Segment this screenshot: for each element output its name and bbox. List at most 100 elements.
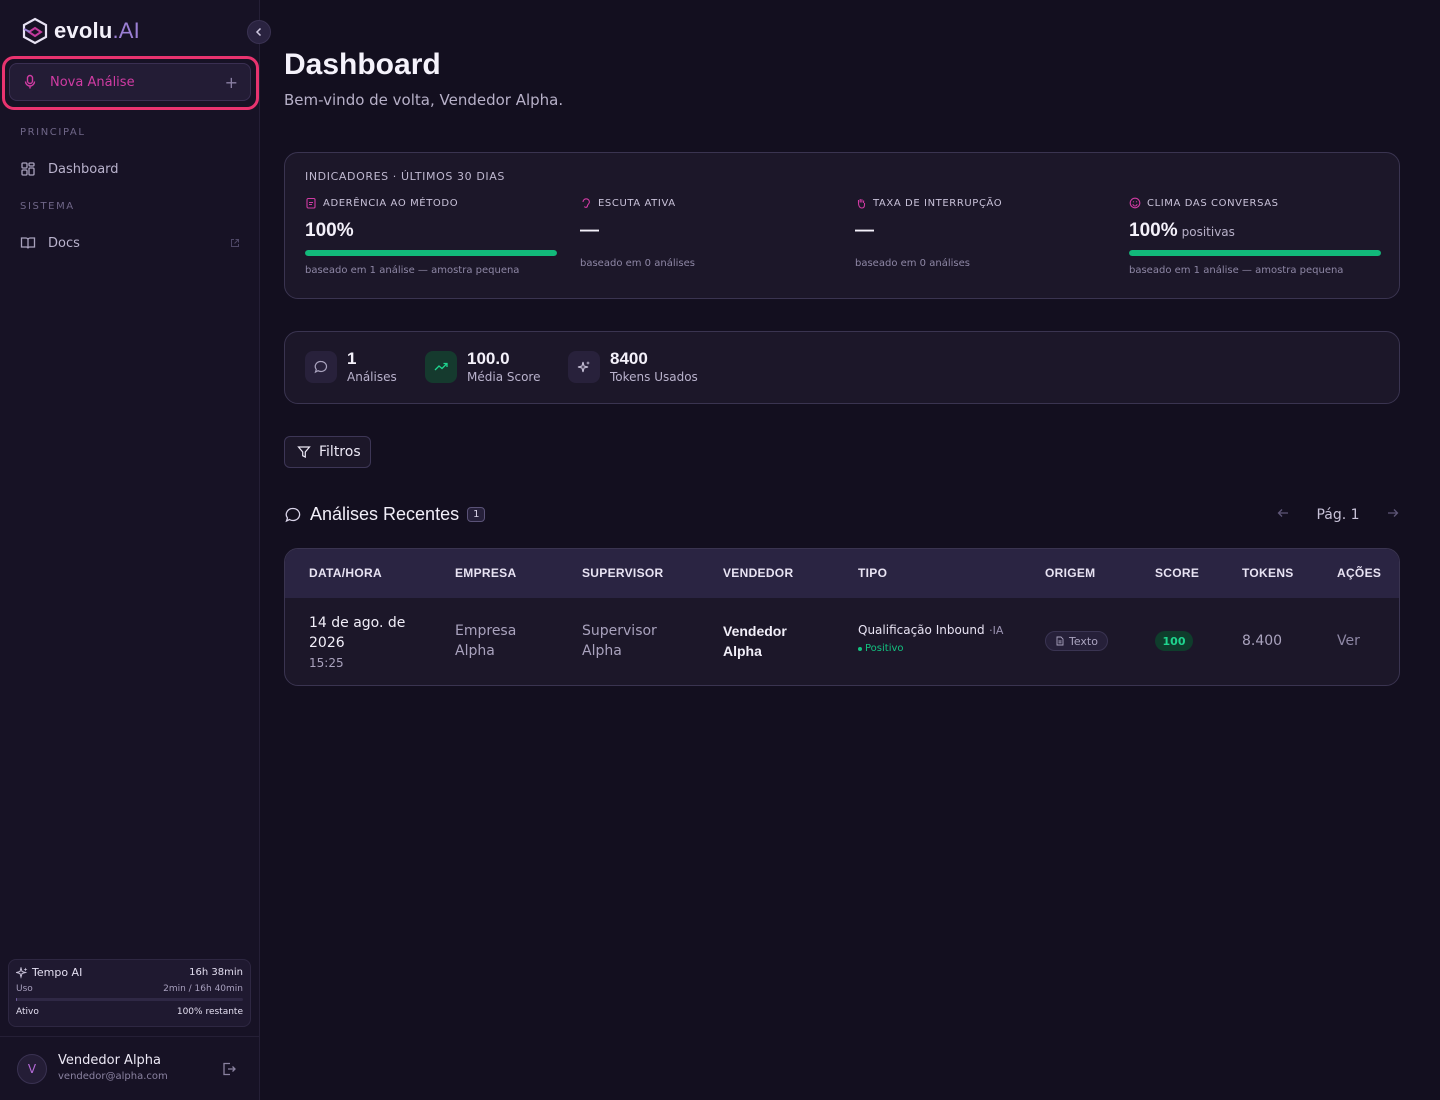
- ai-time-title: Tempo AI: [16, 966, 82, 979]
- indicator-value: —: [855, 220, 874, 241]
- stat-value: 100.0: [467, 349, 510, 368]
- sparkles-icon: [577, 361, 590, 373]
- hand-icon: [857, 199, 866, 209]
- indicators-heading: INDICADORES · ÚLTIMOS 30 DIAS: [305, 170, 505, 183]
- usage-progress-bar: [16, 998, 243, 1001]
- user-profile: V Vendedor Alpha vendedor@alpha.com: [0, 1036, 260, 1100]
- column-header[interactable]: AÇÕES: [1337, 566, 1381, 580]
- score-badge: 100: [1155, 631, 1193, 651]
- stat-value: 8400: [610, 349, 648, 368]
- sidebar-item-docs[interactable]: Docs: [20, 231, 240, 255]
- sentiment-tag: Positivo: [858, 641, 1003, 657]
- page-indicator: Pág. 1: [1316, 507, 1360, 523]
- stat-average-score: 100.0 Média Score: [425, 350, 540, 384]
- stat-value: 1: [347, 349, 357, 368]
- stat-label: Média Score: [467, 370, 541, 384]
- column-header[interactable]: DATA/HORA: [309, 566, 382, 580]
- indicator-method-adherence: ADERÊNCIA AO MÉTODO 100% baseado em 1 an…: [305, 197, 557, 276]
- column-header[interactable]: ORIGEM: [1045, 566, 1095, 580]
- logo[interactable]: evolu.AI: [20, 16, 140, 46]
- indicator-value: 100%: [305, 220, 354, 241]
- stats-card: 1 Análises 100.0 Média Score 8400 Tokens…: [284, 331, 1400, 404]
- sidebar-item-label: Dashboard: [48, 161, 119, 177]
- cell-empresa: Empresa Alpha: [455, 623, 517, 659]
- logo-mark-icon: [22, 17, 48, 45]
- recent-analyses-table: DATA/HORA EMPRESA SUPERVISOR VENDEDOR TI…: [284, 548, 1400, 686]
- stat-analyses: 1 Análises: [305, 350, 397, 384]
- ear-icon: [582, 198, 590, 208]
- logout-button[interactable]: [221, 1061, 237, 1081]
- microphone-icon: [24, 74, 36, 89]
- column-header[interactable]: SCORE: [1155, 566, 1199, 580]
- indicator-title: CLIMA DAS CONVERSAS: [1147, 197, 1279, 209]
- next-page-button[interactable]: [1386, 506, 1400, 524]
- indicator-active-listening: ESCUTA ATIVA — baseado em 0 análises: [580, 197, 832, 270]
- indicator-value: 100% positivas: [1129, 220, 1235, 241]
- indicator-note: baseado em 0 análises: [580, 258, 695, 269]
- chevron-left-icon: [255, 27, 262, 37]
- table-header: DATA/HORA EMPRESA SUPERVISOR VENDEDOR TI…: [285, 549, 1399, 598]
- stat-icon: [305, 351, 337, 383]
- stat-tokens-used: 8400 Tokens Usados: [568, 350, 698, 384]
- filter-icon: [297, 446, 311, 458]
- recent-analyses-header: Análises Recentes 1: [284, 504, 486, 525]
- trending-up-icon: [434, 362, 448, 371]
- indicator-progress-bar: [305, 250, 557, 256]
- indicator-interruption-rate: TAXA DE INTERRUPÇÃO — baseado em 0 análi…: [855, 197, 1107, 270]
- recent-analyses-title: Análises Recentes: [310, 504, 460, 524]
- section-label-sistema: SISTEMA: [20, 201, 75, 212]
- filters-button[interactable]: Filtros: [284, 436, 371, 468]
- cell-vendedor: Vendedor Alpha: [723, 623, 787, 659]
- column-header[interactable]: TIPO: [858, 566, 887, 580]
- document-icon: [1056, 636, 1064, 646]
- view-button[interactable]: Ver: [1337, 631, 1360, 651]
- indicator-title: ADERÊNCIA AO MÉTODO: [323, 197, 459, 209]
- recent-count-badge: 1: [467, 507, 486, 522]
- column-header[interactable]: TOKENS: [1242, 566, 1294, 580]
- column-header[interactable]: VENDEDOR: [723, 566, 793, 580]
- status-label: Ativo: [16, 1007, 39, 1017]
- sidebar: evolu.AI Nova Análise + PRINCIPAL Dashbo…: [0, 0, 271, 1100]
- new-analysis-button[interactable]: Nova Análise +: [9, 63, 251, 101]
- page-title: Dashboard: [284, 48, 441, 81]
- clipboard-icon: [306, 197, 316, 209]
- stat-icon: [568, 351, 600, 383]
- stat-label: Tokens Usados: [610, 370, 698, 384]
- logo-text: evolu.AI: [54, 18, 140, 43]
- origin-badge: Texto: [1045, 631, 1108, 651]
- ai-time-total: 16h 38min: [189, 967, 243, 978]
- avatar[interactable]: V: [17, 1054, 47, 1084]
- indicator-progress-bar: [1129, 250, 1381, 256]
- smile-icon: [1129, 197, 1141, 209]
- collapse-sidebar-button[interactable]: [247, 20, 271, 44]
- indicator-conversation-climate: CLIMA DAS CONVERSAS 100% positivas basead…: [1129, 197, 1381, 276]
- filters-label: Filtros: [319, 444, 361, 460]
- indicator-title: ESCUTA ATIVA: [598, 197, 676, 209]
- stat-label: Análises: [347, 370, 397, 384]
- usage-label: Uso: [16, 984, 33, 994]
- sidebar-item-dashboard[interactable]: Dashboard: [20, 157, 240, 181]
- cell-datetime: 14 de ago. de 2026 15:25: [309, 615, 406, 670]
- plus-icon: +: [224, 72, 238, 92]
- status-value: 100% restante: [176, 1007, 243, 1017]
- indicator-note: baseado em 1 análise — amostra pequena: [1129, 265, 1344, 276]
- ai-time-usage-card: Tempo AI 16h 38min Uso 2min / 16h 40min …: [8, 959, 251, 1027]
- user-email: vendedor@alpha.com: [58, 1071, 168, 1082]
- prev-page-button[interactable]: [1276, 506, 1290, 524]
- indicator-value: —: [580, 220, 599, 241]
- new-analysis-label: Nova Análise: [50, 74, 135, 90]
- arrow-left-icon: [1277, 509, 1288, 517]
- page-subtitle: Bem-vindo de volta, Vendedor Alpha.: [284, 91, 564, 109]
- logout-icon: [223, 1062, 236, 1076]
- indicator-note: baseado em 0 análises: [855, 258, 970, 269]
- cell-supervisor: Supervisor Alpha: [582, 623, 657, 659]
- chat-icon: [285, 507, 301, 522]
- pagination: Pág. 1: [1276, 506, 1400, 524]
- sidebar-item-label: Docs: [48, 235, 80, 251]
- usage-value: 2min / 16h 40min: [163, 984, 243, 994]
- indicator-note: baseado em 1 análise — amostra pequena: [305, 265, 520, 276]
- column-header[interactable]: EMPRESA: [455, 566, 516, 580]
- external-link-icon: [231, 239, 239, 247]
- column-header[interactable]: SUPERVISOR: [582, 566, 663, 580]
- indicator-title: TAXA DE INTERRUPÇÃO: [873, 197, 1003, 209]
